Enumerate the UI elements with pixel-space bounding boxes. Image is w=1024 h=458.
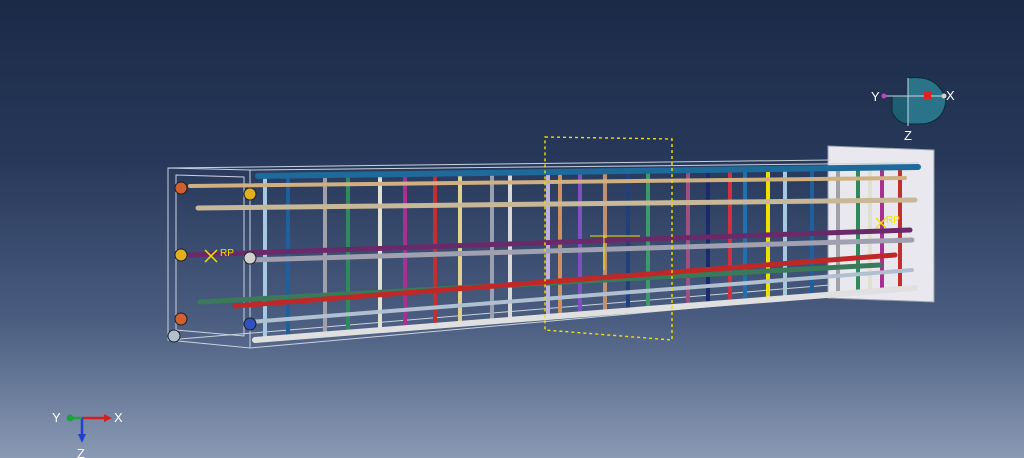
bar-end[interactable] — [174, 248, 188, 262]
triad-y-label: Y — [52, 410, 61, 425]
view-cube-x-label: X — [946, 88, 955, 103]
bar-end[interactable] — [243, 251, 257, 265]
view-cube-y-label: Y — [871, 89, 880, 104]
reference-point-left[interactable]: RP — [204, 248, 234, 263]
reference-point-label-right: RP — [886, 215, 900, 226]
bar-end[interactable] — [174, 181, 188, 195]
triad-z-label: Z — [77, 446, 85, 458]
view-cube-center-marker — [924, 92, 931, 99]
bar-end[interactable] — [174, 312, 188, 326]
triad-z-arrow-icon — [78, 434, 86, 443]
bar-end[interactable] — [243, 187, 257, 201]
triad-x-label: X — [114, 410, 123, 425]
bar-end[interactable] — [243, 317, 257, 331]
coordinate-triad: X Y Z — [52, 410, 123, 458]
longitudinal-bar-group[interactable] — [187, 164, 921, 343]
bar-end[interactable] — [167, 329, 181, 343]
longitudinal-bar[interactable] — [195, 197, 918, 211]
view-cube[interactable]: Y X Z — [871, 76, 955, 143]
view-cube-z-label: Z — [904, 128, 912, 143]
reference-point-label-left: RP — [220, 248, 234, 259]
triad-y-dot-icon — [66, 414, 74, 422]
model-viewport[interactable]: RP RP Y X Z X Y Z — [0, 0, 1024, 458]
view-cube-y-dot — [881, 93, 887, 99]
triad-x-arrow-icon — [104, 414, 112, 422]
longitudinal-bar[interactable] — [255, 164, 921, 179]
model-scene[interactable]: RP RP Y X Z X Y Z — [0, 0, 1024, 458]
